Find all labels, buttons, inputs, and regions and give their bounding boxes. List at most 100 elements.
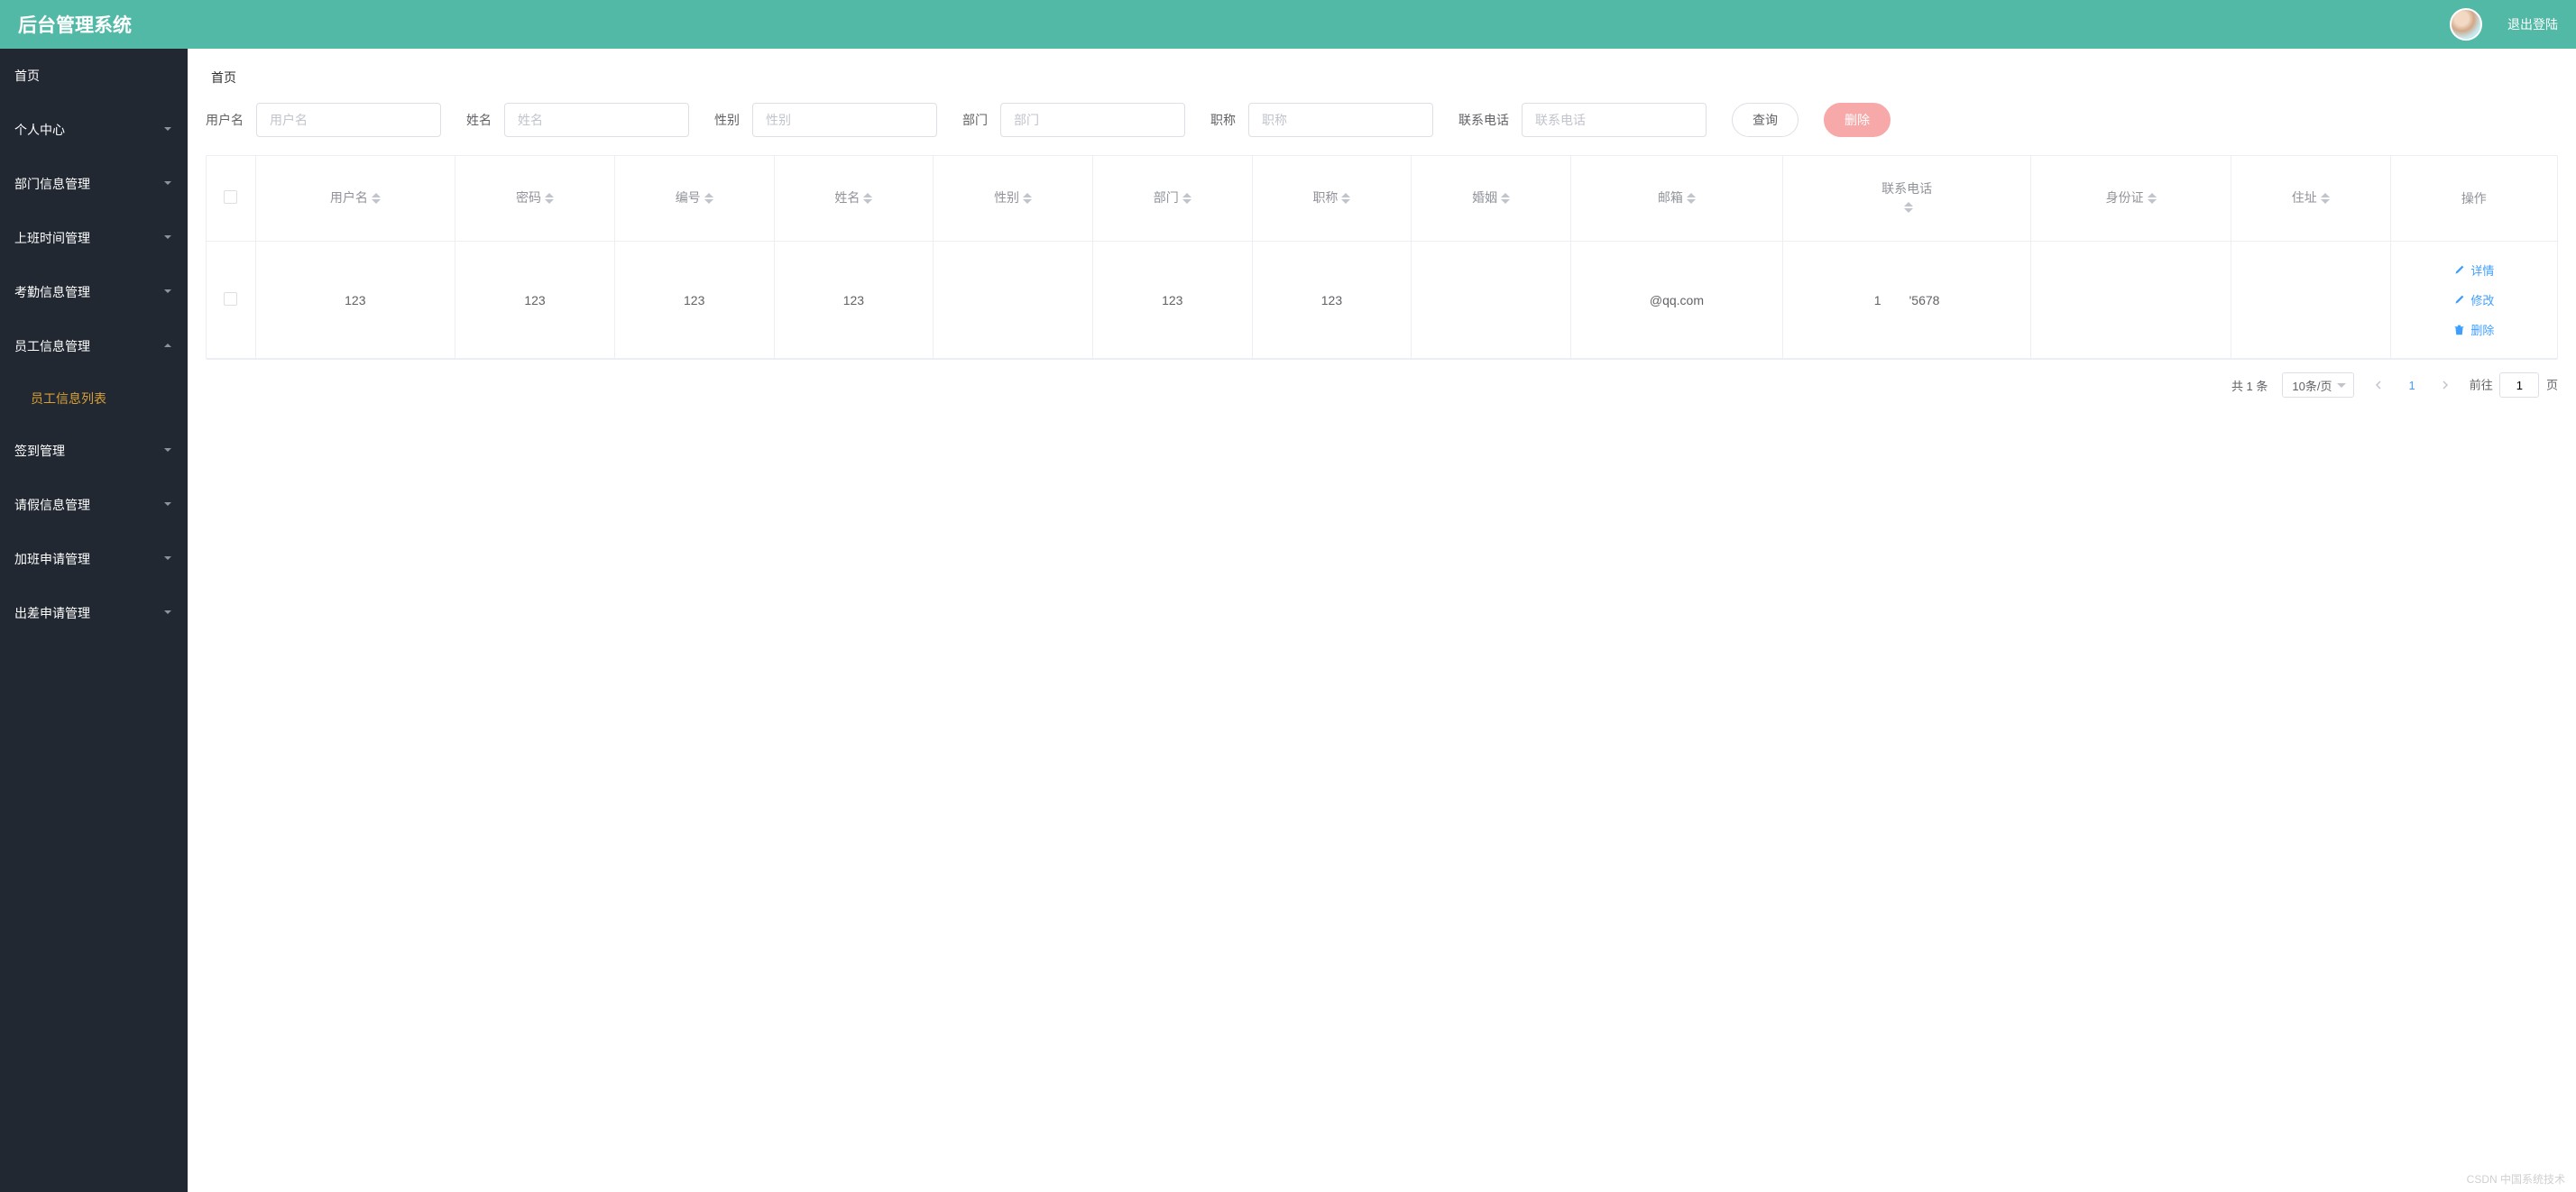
sidebar-item-label: 请假信息管理 [14, 496, 90, 514]
filter-phone: 联系电话 [1458, 103, 1707, 137]
department-input[interactable] [1000, 103, 1185, 137]
page-jump-input[interactable] [2499, 372, 2539, 398]
filter-jobtitle: 职称 [1210, 103, 1433, 137]
column-jobtitle[interactable]: 职称 [1252, 156, 1412, 242]
column-address[interactable]: 住址 [2231, 156, 2390, 242]
sidebar-item-label: 首页 [14, 67, 40, 85]
column-username[interactable]: 用户名 [255, 156, 455, 242]
chevron-right-icon [2441, 381, 2450, 390]
column-code[interactable]: 编号 [614, 156, 774, 242]
chevron-down-icon [162, 231, 173, 245]
sidebar-item-leave[interactable]: 请假信息管理 [0, 478, 188, 532]
table-row: 123 123 123 123 123 123 @qq.com 1 '5678 [207, 242, 2557, 359]
cell-phone: 1 '5678 [1782, 242, 2030, 359]
sort-icon [1341, 188, 1350, 208]
sidebar-subitem-employee-list[interactable]: 员工信息列表 [0, 373, 188, 424]
action-detail[interactable]: 详情 [2453, 261, 2494, 279]
sidebar-item-checkin[interactable]: 签到管理 [0, 424, 188, 478]
cell-jobtitle: 123 [1252, 242, 1412, 359]
sort-icon [704, 188, 713, 208]
username-input[interactable] [256, 103, 441, 137]
sidebar-item-label: 上班时间管理 [14, 229, 90, 247]
sidebar-item-businesstrip[interactable]: 出差申请管理 [0, 586, 188, 640]
sidebar-item-employee[interactable]: 员工信息管理 [0, 319, 188, 373]
logout-button[interactable]: 退出登陆 [2507, 15, 2558, 33]
column-idcard[interactable]: 身份证 [2031, 156, 2231, 242]
cell-address [2231, 242, 2390, 359]
delete-button[interactable]: 删除 [1824, 103, 1891, 137]
trash-icon [2453, 324, 2465, 335]
cell-code: 123 [614, 242, 774, 359]
column-checkbox [207, 156, 255, 242]
column-phone[interactable]: 联系电话 [1782, 156, 2030, 242]
chevron-down-icon [162, 444, 173, 458]
filter-label: 职称 [1210, 111, 1236, 129]
filter-department: 部门 [962, 103, 1185, 137]
filter-label: 用户名 [206, 111, 244, 129]
filter-label: 性别 [714, 111, 740, 129]
cell-marriage [1412, 242, 1571, 359]
sidebar-item-attendance[interactable]: 考勤信息管理 [0, 265, 188, 319]
filter-label: 联系电话 [1458, 111, 1509, 129]
gender-input[interactable] [752, 103, 937, 137]
sidebar-item-label: 出差申请管理 [14, 604, 90, 622]
page-current[interactable]: 1 [2403, 379, 2420, 392]
sort-icon [1501, 188, 1510, 208]
checkbox-all[interactable] [224, 190, 237, 204]
sort-icon [1023, 188, 1032, 208]
avatar[interactable] [2450, 8, 2482, 41]
column-password[interactable]: 密码 [455, 156, 615, 242]
page-size-select[interactable]: 10条/页 [2282, 372, 2354, 398]
topbar-right: 退出登陆 [2450, 8, 2558, 41]
sort-icon [1182, 188, 1191, 208]
search-button[interactable]: 查询 [1732, 103, 1799, 137]
column-gender[interactable]: 性别 [934, 156, 1093, 242]
pagination-total: 共 1 条 [2231, 377, 2268, 394]
sort-icon [2148, 188, 2157, 208]
sidebar-item-department[interactable]: 部门信息管理 [0, 157, 188, 211]
sort-icon [863, 188, 872, 208]
cell-actions: 详情 修改 删除 [2390, 242, 2557, 359]
name-input[interactable] [504, 103, 689, 137]
page-next[interactable] [2435, 379, 2455, 392]
sidebar-item-overtime[interactable]: 加班申请管理 [0, 532, 188, 586]
app-title: 后台管理系统 [18, 11, 2450, 38]
sort-icon [1904, 197, 1913, 217]
page-prev[interactable] [2369, 379, 2388, 392]
column-email[interactable]: 邮箱 [1570, 156, 1782, 242]
pagination: 共 1 条 10条/页 1 前往 页 [206, 372, 2558, 398]
table-header-row: 用户名 密码 编号 姓名 性别 部门 职称 婚姻 邮箱 联系电话 身份证 住址 … [207, 156, 2557, 242]
sidebar-item-worktime[interactable]: 上班时间管理 [0, 211, 188, 265]
breadcrumb: 首页 [211, 69, 2553, 87]
sidebar-item-label: 加班申请管理 [14, 550, 90, 568]
cell-checkbox [207, 242, 255, 359]
sidebar: 首页 个人中心 部门信息管理 上班时间管理 考勤信息管理 员工信息管理 员工信息… [0, 49, 188, 1192]
cell-idcard [2031, 242, 2231, 359]
filter-username: 用户名 [206, 103, 441, 137]
row-checkbox[interactable] [224, 292, 237, 306]
cell-gender [934, 242, 1093, 359]
chevron-up-icon [162, 339, 173, 353]
page-jump: 前往 页 [2470, 372, 2558, 398]
filter-label: 部门 [962, 111, 988, 129]
cell-department: 123 [1092, 242, 1252, 359]
sort-icon [1687, 188, 1696, 208]
jobtitle-input[interactable] [1248, 103, 1433, 137]
filter-gender: 性别 [714, 103, 937, 137]
sidebar-item-label: 员工信息列表 [31, 390, 106, 408]
column-marriage[interactable]: 婚姻 [1412, 156, 1571, 242]
sidebar-item-home[interactable]: 首页 [0, 49, 188, 103]
action-delete[interactable]: 删除 [2453, 321, 2494, 338]
chevron-down-icon [162, 123, 173, 137]
sidebar-item-personal[interactable]: 个人中心 [0, 103, 188, 157]
column-name[interactable]: 姓名 [774, 156, 934, 242]
cell-username: 123 [255, 242, 455, 359]
phone-input[interactable] [1522, 103, 1707, 137]
action-edit[interactable]: 修改 [2453, 291, 2494, 308]
column-department[interactable]: 部门 [1092, 156, 1252, 242]
sort-icon [2321, 188, 2330, 208]
column-actions: 操作 [2390, 156, 2557, 242]
sidebar-item-label: 个人中心 [14, 121, 65, 139]
detail-icon [2453, 264, 2465, 276]
chevron-down-icon [162, 552, 173, 566]
